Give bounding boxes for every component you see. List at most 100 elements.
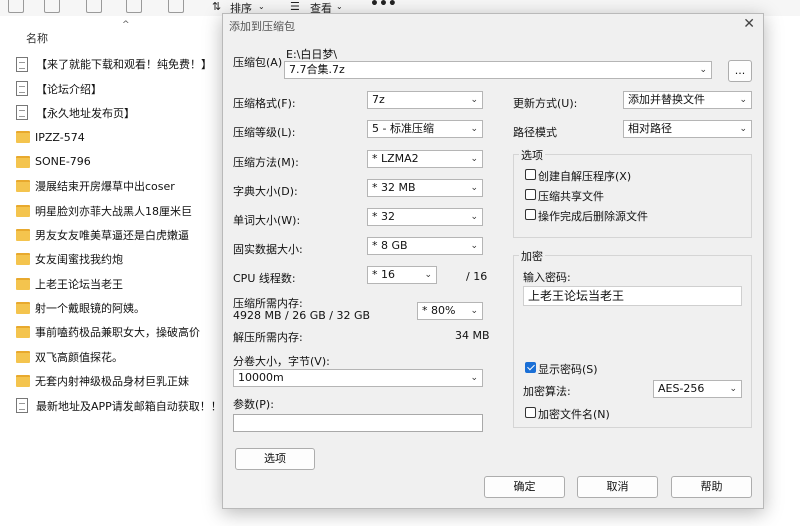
chevron-down-icon[interactable]: ⌄ (470, 303, 478, 319)
split-size-label: 分卷大小，字节(V): (233, 355, 330, 368)
password-input[interactable]: 上老王论坛当老王 (523, 286, 742, 306)
sort-icon[interactable]: ⇅ (212, 0, 221, 13)
folder-icon (16, 302, 30, 315)
document-icon (16, 105, 28, 121)
option-label[interactable]: 创建自解压程序(X) (538, 168, 631, 184)
option-label[interactable]: 操作完成后删除源文件 (538, 208, 648, 224)
ok-button[interactable]: 确定 (484, 476, 565, 498)
archive-label: 压缩包(A) (233, 56, 283, 69)
folder-icon (16, 155, 30, 168)
options-group-title: 选项 (519, 147, 545, 163)
chevron-down-icon[interactable]: ⌄ (336, 2, 343, 11)
folder-item[interactable]: 双飞高颜值探花。 (16, 345, 226, 369)
folder-icon (16, 253, 30, 266)
update-mode-select[interactable]: 添加并替换文件 ⌄ (623, 91, 752, 109)
folder-icon (16, 131, 30, 144)
file-item[interactable]: 【永久地址发布页】 (16, 101, 226, 125)
format-select[interactable]: 7z ⌄ (367, 91, 483, 109)
solid-size-label: 固实数据大小: (233, 243, 303, 256)
item-name: 漫展结束开房爆草中出coser (35, 180, 175, 194)
options-button[interactable]: 选项 (235, 448, 315, 470)
chevron-down-icon[interactable]: ⌄ (699, 62, 707, 78)
chevron-down-icon[interactable]: ⌄ (424, 267, 432, 283)
folder-icon (16, 228, 30, 241)
solid-size-select[interactable]: * 8 GB ⌄ (367, 237, 483, 255)
level-select[interactable]: 5 - 标准压缩 ⌄ (367, 120, 483, 138)
chevron-down-icon[interactable]: ⌄ (470, 370, 478, 386)
file-item[interactable]: 【来了就能下载和观看！纯免费！】 (16, 52, 226, 76)
share-icon[interactable] (126, 0, 142, 13)
split-size-combo[interactable]: 10000m ⌄ (233, 369, 483, 387)
chevron-down-icon[interactable]: ⌄ (258, 2, 265, 11)
file-item[interactable]: 【论坛介绍】 (16, 76, 226, 100)
more-options-button[interactable]: ••• (370, 0, 397, 12)
encrypt-file-names-label[interactable]: 加密文件名(N) (538, 406, 610, 422)
decompress-memory-value: 34 MB (455, 329, 490, 342)
chevron-down-icon[interactable]: ⌄ (470, 180, 478, 196)
folder-item[interactable]: 射一个戴眼镜的阿姨。 (16, 296, 226, 320)
folder-icon (16, 277, 30, 290)
folder-item[interactable]: 上老王论坛当老王 (16, 272, 226, 296)
solid-size-value: * 8 GB (372, 239, 408, 252)
show-password-label[interactable]: 显示密码(S) (538, 361, 598, 377)
cut-icon[interactable] (8, 0, 24, 13)
cpu-threads-value: * 16 (372, 268, 395, 281)
encrypt-file-names-checkbox[interactable] (525, 407, 536, 418)
item-name: 【论坛介绍】 (36, 82, 102, 96)
folder-item[interactable]: 男友女友唯美草逼还是白虎嫩逼 (16, 223, 226, 247)
dictionary-select[interactable]: * 32 MB ⌄ (367, 179, 483, 197)
show-password-checkbox[interactable] (525, 362, 536, 373)
chevron-down-icon[interactable]: ⌄ (729, 381, 737, 397)
help-button[interactable]: 帮助 (671, 476, 752, 498)
delete-icon[interactable] (168, 0, 184, 13)
dialog-titlebar[interactable]: 添加到压缩包 ✕ (223, 14, 763, 36)
word-size-value: * 32 (372, 210, 395, 223)
folder-item[interactable]: SONE-796 (16, 150, 226, 174)
file-list: 【来了就能下载和观看！纯免费！】【论坛介绍】【永久地址发布页】 IPZZ-574 S… (16, 52, 233, 418)
archive-name-combo[interactable]: 7.7合集.7z ⌄ (284, 61, 712, 79)
chevron-down-icon[interactable]: ⌄ (470, 121, 478, 137)
option-checkbox[interactable] (525, 169, 536, 180)
item-name: 上老王论坛当老王 (35, 277, 123, 291)
chevron-down-icon[interactable]: ⌄ (739, 92, 747, 108)
update-mode-value: 添加并替换文件 (628, 93, 705, 106)
path-mode-select[interactable]: 相对路径 ⌄ (623, 120, 752, 138)
folder-item[interactable]: 事前嗑药极品兼职女大，操破高价 (16, 320, 226, 344)
browse-button[interactable]: ... (728, 60, 752, 82)
cpu-threads-select[interactable]: * 16 ⌄ (367, 266, 437, 284)
chevron-down-icon[interactable]: ⌄ (739, 121, 747, 137)
option-label[interactable]: 压缩共享文件 (538, 188, 604, 204)
dictionary-value: * 32 MB (372, 181, 416, 194)
folder-item[interactable]: 无套内射神级极品身材巨乳正妹 (16, 369, 226, 393)
option-checkbox[interactable] (525, 209, 536, 220)
option-checkbox[interactable] (525, 189, 536, 200)
chevron-down-icon[interactable]: ⌄ (470, 209, 478, 225)
cancel-button[interactable]: 取消 (577, 476, 658, 498)
add-to-archive-dialog: 添加到压缩包 ✕ 压缩包(A) E:\白日梦\ 7.7合集.7z ⌄ ... 压… (222, 13, 764, 509)
item-name: 明星脸刘亦菲大战黑人18厘米巨 (35, 204, 192, 218)
close-icon[interactable]: ✕ (743, 16, 755, 32)
folder-icon (16, 350, 30, 363)
folder-item[interactable]: 漫展结束开房爆草中出coser (16, 174, 226, 198)
file-item[interactable]: 最新地址及APP请发邮箱自动获取！！！ (16, 393, 233, 417)
view-icon[interactable]: ☰ (290, 0, 300, 13)
word-size-select[interactable]: * 32 ⌄ (367, 208, 483, 226)
method-select[interactable]: * LZMA2 ⌄ (367, 150, 483, 168)
name-column-header[interactable]: 名称 (26, 30, 48, 46)
memory-percent-select[interactable]: * 80% ⌄ (417, 302, 483, 320)
item-name: 男友女友唯美草逼还是白虎嫩逼 (35, 228, 189, 242)
chevron-down-icon[interactable]: ⌄ (470, 92, 478, 108)
folder-item[interactable]: 明星脸刘亦菲大战黑人18厘米巨 (16, 198, 226, 222)
parameters-input[interactable] (233, 414, 483, 432)
encryption-method-select[interactable]: AES-256 ⌄ (653, 380, 742, 398)
chevron-down-icon[interactable]: ⌄ (470, 238, 478, 254)
copy-icon[interactable] (44, 0, 60, 13)
chevron-down-icon[interactable]: ⌄ (470, 151, 478, 167)
method-value: * LZMA2 (372, 152, 419, 165)
sort-caret-icon: ^ (122, 20, 130, 30)
folder-item[interactable]: 女友闺蜜找我约炮 (16, 247, 226, 271)
folder-item[interactable]: IPZZ-574 (16, 125, 226, 149)
document-icon (16, 81, 28, 97)
item-name: 女友闺蜜找我约炮 (35, 253, 123, 267)
rename-icon[interactable] (86, 0, 102, 13)
